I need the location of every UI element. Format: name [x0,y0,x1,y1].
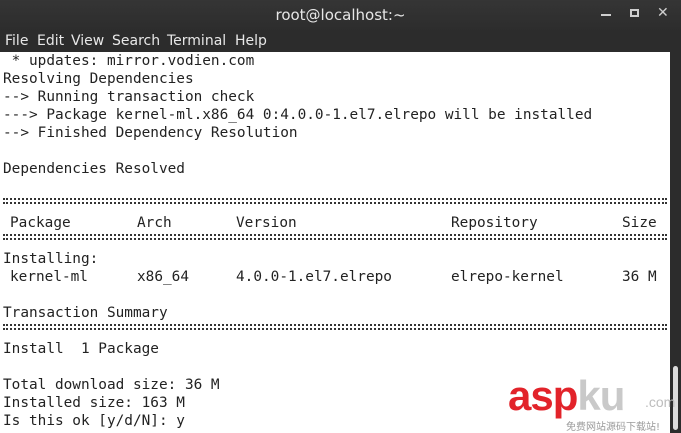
menu-help[interactable]: Help [235,33,267,49]
watermark-wordmark: aspku [508,372,625,419]
row-size: 36 M [622,269,657,285]
watermark-dotcom: .com [645,394,676,410]
separator-rule [3,324,667,330]
menu-file[interactable]: File [5,33,28,49]
separator-rule [3,198,667,204]
row-repository: elrepo-kernel [451,269,564,285]
output-line: --> Running transaction check [3,89,255,105]
confirm-prompt[interactable]: Is this ok [y/d/N]: y [3,412,185,430]
installed-size: Installed size: 163 M [3,395,185,411]
title-bar: root@localhost:~ ✕ [0,0,681,32]
close-icon[interactable]: ✕ [657,5,669,21]
watermark-grey: ku [577,372,625,419]
row-package: kernel-ml [10,269,88,285]
section-installing: Installing: [3,251,99,267]
output-line: ---> Package kernel-ml.x86_64 0:4.0.0-1.… [3,107,593,123]
watermark-logo: aspku .com 免费网站源码下载站! [508,372,680,433]
maximize-icon[interactable] [630,5,639,22]
total-download-size: Total download size: 36 M [3,377,220,393]
summary-title: Transaction Summary [3,305,168,321]
menu-edit[interactable]: Edit [37,33,64,49]
output-line: * updates: mirror.vodien.com [3,53,255,69]
row-version: 4.0.0-1.el7.elrepo [236,269,392,285]
header-arch: Arch [137,215,172,231]
menu-search[interactable]: Search [112,33,160,49]
window-title: root@localhost:~ [275,6,406,24]
header-version: Version [236,215,297,231]
separator-rule [3,234,667,240]
minimize-icon[interactable] [601,5,611,21]
menu-bar: File Edit View Search Terminal Help [0,32,681,52]
watermark-subtitle: 免费网站源码下载站! [566,422,661,433]
header-size: Size [622,215,657,231]
menu-terminal[interactable]: Terminal [167,33,226,49]
output-line: --> Finished Dependency Resolution [3,125,298,141]
output-line: Resolving Dependencies [3,71,194,87]
output-line: Dependencies Resolved [3,161,185,177]
menu-view[interactable]: View [71,33,104,49]
header-package: Package [10,215,71,231]
summary-install: Install 1 Package [3,341,159,357]
row-arch: x86_64 [137,269,189,285]
header-repository: Repository [451,215,538,231]
watermark-red: asp [508,372,578,419]
